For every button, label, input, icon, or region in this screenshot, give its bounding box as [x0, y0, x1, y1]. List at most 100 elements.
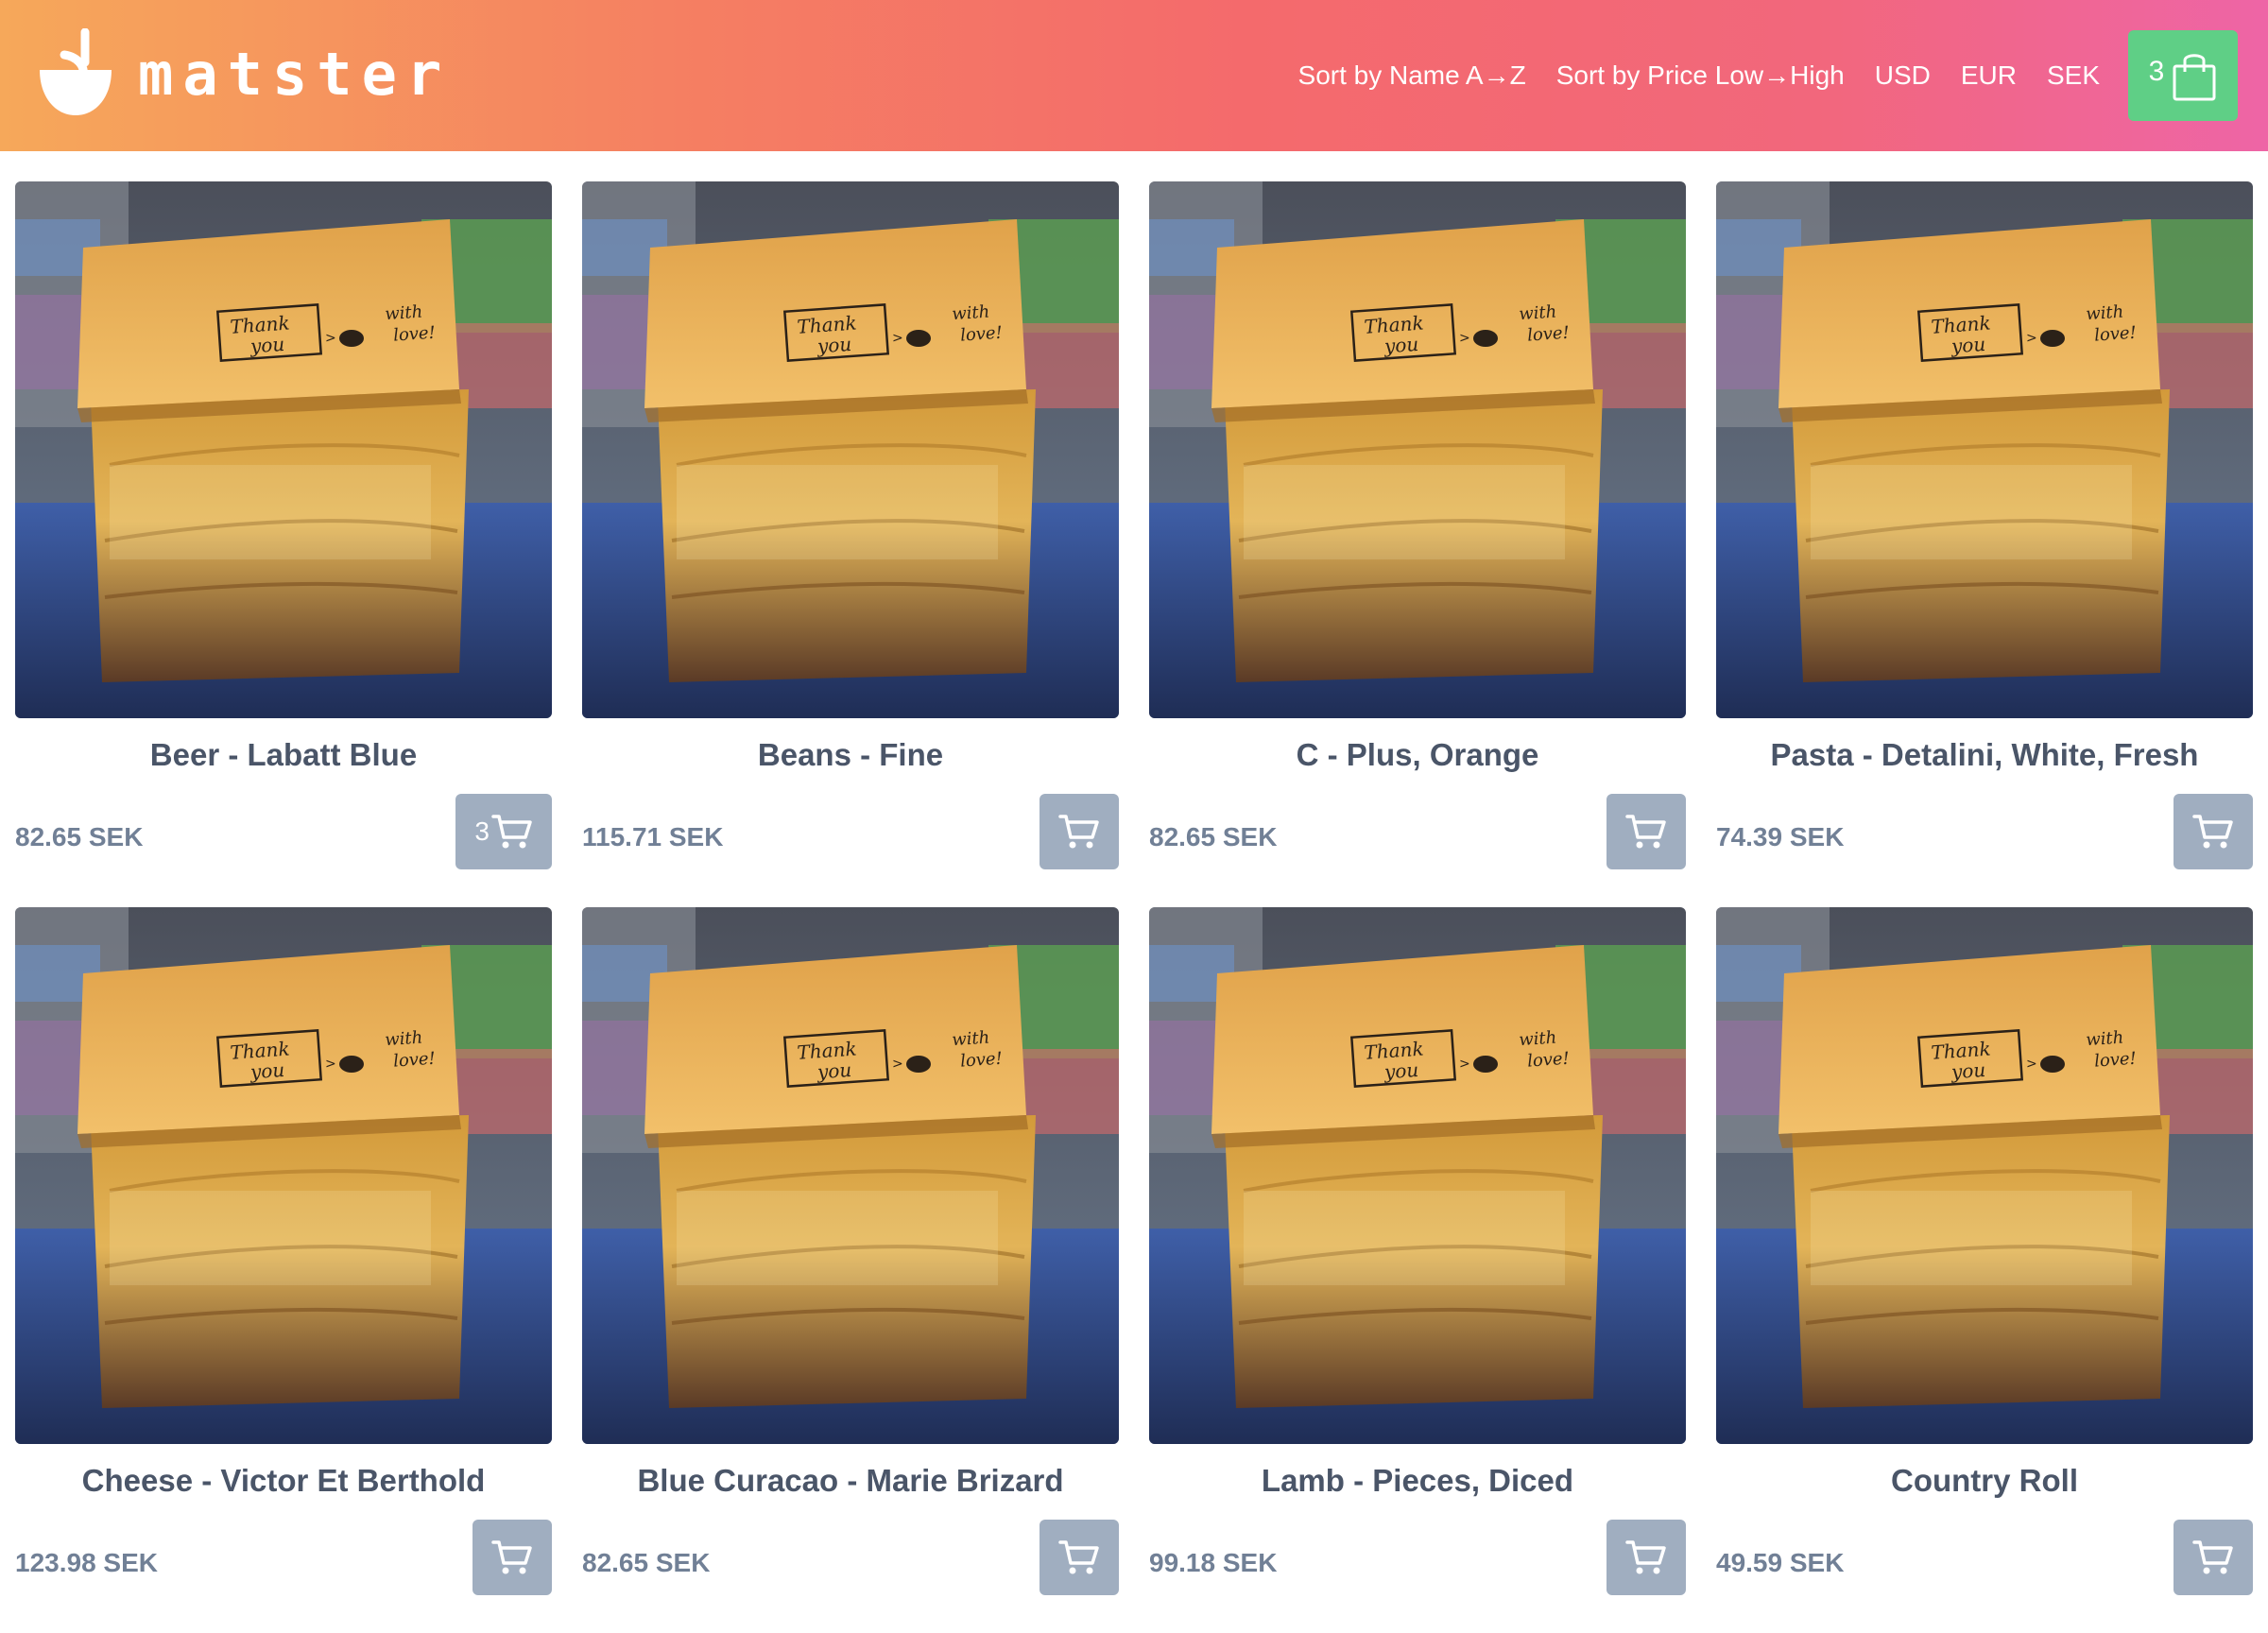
logo-text: matster — [138, 39, 452, 109]
svg-text:love!: love! — [392, 323, 436, 346]
svg-text:with: with — [1519, 1028, 1557, 1051]
svg-text:you: you — [1950, 333, 1986, 358]
product-card: Thank you > with love! Beer - Labatt Blu… — [15, 181, 552, 907]
add-to-cart-button[interactable] — [2174, 1520, 2253, 1595]
currency-sek-link[interactable]: SEK — [2047, 60, 2100, 91]
svg-text:you: you — [249, 333, 285, 358]
svg-text:you: you — [1950, 1058, 1986, 1084]
paper-bag-photo: Thank you > with love! — [582, 907, 1119, 1444]
svg-text:>: > — [1459, 331, 1470, 346]
add-to-cart-button[interactable] — [1606, 1520, 1686, 1595]
add-to-cart-button[interactable] — [1040, 794, 1119, 869]
paper-bag-photo: Thank you > with love! — [1716, 181, 2253, 718]
currency-eur-link[interactable]: EUR — [1961, 60, 2017, 91]
svg-text:>: > — [325, 331, 336, 346]
shopping-cart-icon — [1625, 1540, 1666, 1574]
svg-text:with: with — [952, 1028, 990, 1051]
svg-text:you: you — [1383, 1058, 1419, 1084]
paper-bag-photo: Thank you > with love! — [1149, 907, 1686, 1444]
svg-text:you: you — [816, 333, 852, 358]
shopping-bag-icon — [2173, 54, 2216, 101]
product-card: Thank you > with love! Beans - Fine 115.… — [582, 181, 1119, 907]
product-card: Thank you > with love! Blue Curacao - Ma… — [582, 907, 1119, 1633]
paper-bag-photo: Thank you > with love! — [1149, 181, 1686, 718]
svg-text:love!: love! — [959, 1049, 1003, 1072]
paper-bag-photo: Thank you > with love! — [15, 907, 552, 1444]
product-image[interactable]: Thank you > with love! — [15, 181, 552, 718]
cart-count: 3 — [2148, 56, 2165, 87]
svg-text:love!: love! — [1526, 323, 1570, 346]
product-name: C - Plus, Orange — [1296, 737, 1539, 772]
currency-usd-link[interactable]: USD — [1875, 60, 1931, 91]
product-price: 49.59 SEK — [1716, 1548, 1845, 1577]
product-price: 99.18 SEK — [1149, 1548, 1278, 1577]
add-to-cart-button[interactable]: 3 — [455, 794, 552, 869]
svg-text:you: you — [816, 1058, 852, 1084]
product-price: 74.39 SEK — [1716, 822, 1845, 851]
add-to-cart-button[interactable] — [2174, 794, 2253, 869]
product-name: Blue Curacao - Marie Brizard — [637, 1463, 1064, 1498]
product-name: Lamb - Pieces, Diced — [1261, 1463, 1574, 1498]
cart-button[interactable]: 3 — [2128, 30, 2238, 121]
shopping-cart-icon — [1058, 815, 1099, 849]
paper-bag-photo: Thank you > with love! — [1716, 907, 2253, 1444]
product-image[interactable]: Thank you > with love! — [1149, 907, 1686, 1444]
svg-text:>: > — [892, 331, 903, 346]
svg-text:>: > — [1459, 1057, 1470, 1072]
product-image[interactable]: Thank you > with love! — [1716, 181, 2253, 718]
product-grid: Thank you > with love! Beer - Labatt Blu… — [15, 181, 2253, 1633]
product-image[interactable]: Thank you > with love! — [582, 181, 1119, 718]
product-card: Thank you > with love! Cheese - Victor E… — [15, 907, 552, 1633]
add-to-cart-button[interactable] — [472, 1520, 552, 1595]
svg-text:>: > — [2026, 331, 2037, 346]
svg-text:>: > — [325, 1057, 336, 1072]
add-to-cart-button[interactable] — [1606, 794, 1686, 869]
shopping-cart-icon — [1058, 1540, 1099, 1574]
svg-text:love!: love! — [2093, 1049, 2137, 1072]
product-price: 82.65 SEK — [582, 1548, 711, 1577]
shopping-cart-icon — [491, 815, 532, 849]
svg-text:you: you — [1383, 333, 1419, 358]
product-card: Thank you > with love! Pasta - Detalini,… — [1716, 181, 2253, 907]
svg-text:with: with — [385, 302, 423, 325]
sort-by-price-link[interactable]: Sort by Price Low→High — [1556, 60, 1845, 91]
svg-text:love!: love! — [392, 1049, 436, 1072]
product-name: Country Roll — [1891, 1463, 2078, 1498]
product-image[interactable]: Thank you > with love! — [1716, 907, 2253, 1444]
svg-text:>: > — [2026, 1057, 2037, 1072]
product-name: Beer - Labatt Blue — [149, 737, 418, 772]
svg-text:with: with — [2086, 1028, 2124, 1051]
product-card: Thank you > with love! Country Roll 49.5… — [1716, 907, 2253, 1633]
shopping-cart-icon — [1625, 815, 1666, 849]
product-image[interactable]: Thank you > with love! — [582, 907, 1119, 1444]
product-name: Cheese - Victor Et Berthold — [81, 1463, 486, 1498]
svg-text:love!: love! — [959, 323, 1003, 346]
svg-text:love!: love! — [2093, 323, 2137, 346]
svg-text:with: with — [2086, 302, 2124, 325]
product-price: 82.65 SEK — [15, 822, 144, 851]
product-card: Thank you > with love! Lamb - Pieces, Di… — [1149, 907, 1686, 1633]
product-image[interactable]: Thank you > with love! — [1149, 181, 1686, 718]
shopping-cart-icon — [2192, 1540, 2233, 1574]
product-image[interactable]: Thank you > with love! — [15, 907, 552, 1444]
svg-text:with: with — [1519, 302, 1557, 325]
sort-by-name-link[interactable]: Sort by Name A→Z — [1298, 60, 1526, 91]
logo[interactable]: matster — [36, 28, 451, 119]
product-price: 82.65 SEK — [1149, 822, 1278, 851]
paper-bag-photo: Thank you > with love! — [15, 181, 552, 718]
svg-text:you: you — [249, 1058, 285, 1084]
paper-bag-photo: Thank you > with love! — [582, 181, 1119, 718]
svg-text:love!: love! — [1526, 1049, 1570, 1072]
shopping-cart-icon — [491, 1540, 532, 1574]
svg-text:>: > — [892, 1057, 903, 1072]
header-nav: Sort by Name A→Z Sort by Price Low→High … — [1298, 0, 2100, 151]
product-name: Beans - Fine — [757, 737, 944, 772]
shopping-cart-icon — [2192, 815, 2233, 849]
product-price: 123.98 SEK — [15, 1548, 158, 1577]
add-to-cart-button[interactable] — [1040, 1520, 1119, 1595]
top-navbar: matster Sort by Name A→Z Sort by Price L… — [0, 0, 2268, 151]
item-cart-count: 3 — [474, 816, 490, 846]
svg-text:with: with — [952, 302, 990, 325]
product-name: Pasta - Detalini, White, Fresh — [1770, 737, 2199, 772]
product-card: Thank you > with love! C - Plus, Orange … — [1149, 181, 1686, 907]
